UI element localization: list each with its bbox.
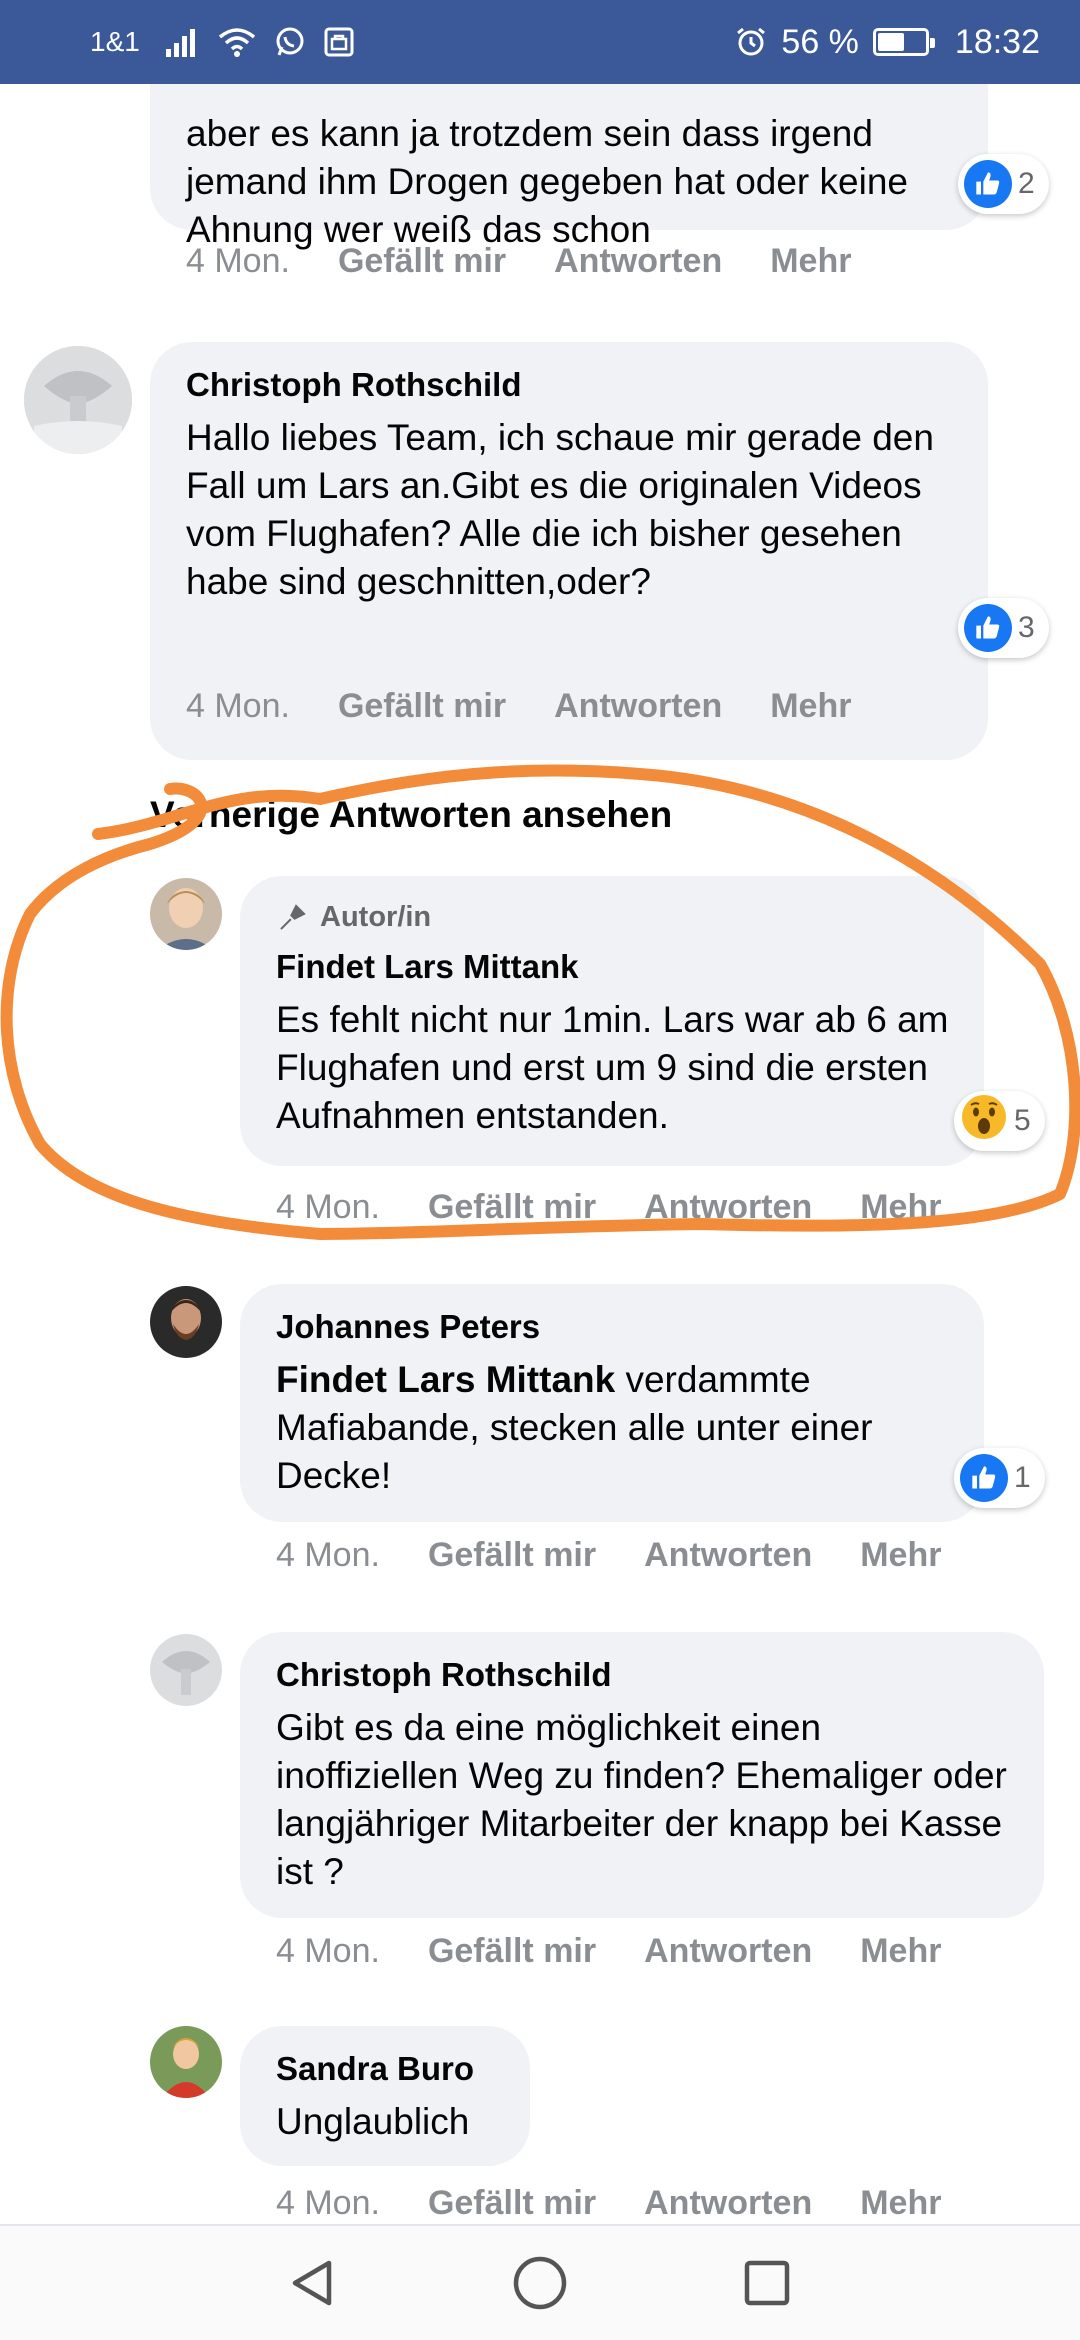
reaction-count: 1: [1014, 1461, 1031, 1494]
carrier-label: 1&1: [90, 26, 140, 57]
status-bar: 1&1 56 % 18:32: [0, 0, 1080, 84]
alarm-icon: [735, 26, 767, 58]
comment-time[interactable]: 4 Mon.: [276, 1932, 380, 1971]
comment-text: Findet Lars Mittank verdammte Mafiabande…: [276, 1356, 950, 1500]
avatar[interactable]: [150, 1286, 222, 1358]
microphone-icon: [280, 904, 306, 930]
more-button[interactable]: Mehr: [770, 687, 851, 726]
mention-tag[interactable]: Findet Lars Mittank: [276, 1359, 615, 1400]
reply-actions: 4 Mon. Gefällt mir Antworten Mehr: [276, 1932, 941, 1971]
comment-actions: 4 Mon. Gefällt mir Antworten Mehr: [186, 687, 851, 726]
like-button[interactable]: Gefällt mir: [428, 2184, 596, 2223]
reply-actions: 4 Mon. Gefällt mir Antworten Mehr: [276, 1188, 941, 1227]
comment-author[interactable]: Findet Lars Mittank: [276, 948, 950, 986]
avatar[interactable]: [150, 2026, 222, 2098]
like-button[interactable]: Gefällt mir: [338, 687, 506, 726]
comment-time[interactable]: 4 Mon.: [186, 242, 290, 281]
comment-author[interactable]: Johannes Peters: [276, 1308, 950, 1346]
reaction-count: 5: [1014, 1104, 1031, 1137]
like-button[interactable]: Gefällt mir: [428, 1536, 596, 1575]
reply-button[interactable]: Antworten: [644, 1536, 812, 1575]
comment-bubble[interactable]: aber es kann ja trotzdem sein dass irgen…: [150, 84, 988, 250]
recents-square-icon[interactable]: [727, 2243, 807, 2323]
more-button[interactable]: Mehr: [860, 1188, 941, 1227]
reply-button[interactable]: Antworten: [644, 2184, 812, 2223]
reaction-badge[interactable]: 5: [954, 1091, 1045, 1151]
back-triangle-icon[interactable]: [273, 2243, 353, 2323]
battery-icon: [872, 28, 935, 56]
avatar[interactable]: [24, 346, 132, 454]
more-button[interactable]: Mehr: [770, 242, 851, 281]
reply-button[interactable]: Antworten: [554, 242, 722, 281]
reply-bubble[interactable]: Autor/in Findet Lars Mittank Es fehlt ni…: [240, 876, 984, 1166]
like-button[interactable]: Gefällt mir: [428, 1188, 596, 1227]
like-button[interactable]: Gefällt mir: [428, 1932, 596, 1971]
more-button[interactable]: Mehr: [860, 2184, 941, 2223]
reaction-badge[interactable]: 1: [954, 1448, 1045, 1508]
avatar[interactable]: [150, 1634, 222, 1706]
reply-button[interactable]: Antworten: [554, 687, 722, 726]
reply-bubble[interactable]: Sandra Buro Unglaublich: [240, 2026, 530, 2166]
battery-percent: 56 %: [781, 22, 859, 61]
comment-author[interactable]: Christoph Rothschild: [276, 1656, 1010, 1694]
comment-text: Es fehlt nicht nur 1min. Lars war ab 6 a…: [276, 999, 949, 1136]
more-button[interactable]: Mehr: [860, 1932, 941, 1971]
comment-text: aber es kann ja trotzdem sein dass irgen…: [186, 113, 908, 250]
comment-author[interactable]: Christoph Rothschild: [186, 366, 954, 404]
comment-text: Unglaublich: [276, 2101, 470, 2142]
reply-button[interactable]: Antworten: [644, 1932, 812, 1971]
like-icon: [960, 1454, 1008, 1502]
system-nav-bar: [0, 2224, 1080, 2340]
like-icon: [964, 160, 1012, 208]
comment-actions: 4 Mon. Gefällt mir Antworten Mehr: [186, 242, 851, 281]
notification-icon: [324, 27, 354, 57]
like-button[interactable]: Gefällt mir: [338, 242, 506, 281]
comment-time[interactable]: 4 Mon.: [276, 2184, 380, 2223]
comment-time[interactable]: 4 Mon.: [276, 1188, 380, 1227]
avatar[interactable]: [150, 878, 222, 950]
wow-icon: [960, 1093, 1008, 1149]
comment-time[interactable]: 4 Mon.: [276, 1536, 380, 1575]
previous-replies-link[interactable]: Vorherige Antworten ansehen: [150, 794, 672, 836]
signal-icon: [165, 27, 200, 57]
clock: 18:32: [954, 22, 1040, 61]
reaction-count: 2: [1018, 167, 1035, 200]
reply-actions: 4 Mon. Gefällt mir Antworten Mehr: [276, 2184, 941, 2223]
comment-text: Hallo liebes Team, ich schaue mir gerade…: [186, 417, 934, 602]
reply-bubble[interactable]: Christoph Rothschild Gibt es da eine mög…: [240, 1632, 1044, 1918]
reply-button[interactable]: Antworten: [644, 1188, 812, 1227]
reaction-badge[interactable]: 3: [958, 598, 1049, 658]
wifi-icon: [218, 27, 256, 57]
whatsapp-icon: [274, 26, 306, 58]
reaction-count: 3: [1018, 611, 1035, 644]
author-badge-label: Autor/in: [320, 900, 432, 933]
reply-bubble[interactable]: Johannes Peters Findet Lars Mittank verd…: [240, 1284, 984, 1522]
like-icon: [964, 604, 1012, 652]
battery-fill: [877, 33, 904, 51]
home-circle-icon[interactable]: [500, 2243, 580, 2323]
comment-time[interactable]: 4 Mon.: [186, 687, 290, 726]
comment-text: Gibt es da eine möglichkeit einen inoffi…: [276, 1707, 1007, 1892]
reaction-badge[interactable]: 2: [958, 154, 1049, 214]
comments-feed[interactable]: aber es kann ja trotzdem sein dass irgen…: [0, 84, 1080, 2224]
reply-actions: 4 Mon. Gefällt mir Antworten Mehr: [276, 1536, 941, 1575]
comment-author[interactable]: Sandra Buro: [276, 2050, 496, 2088]
author-badge: Autor/in: [276, 900, 950, 934]
more-button[interactable]: Mehr: [860, 1536, 941, 1575]
